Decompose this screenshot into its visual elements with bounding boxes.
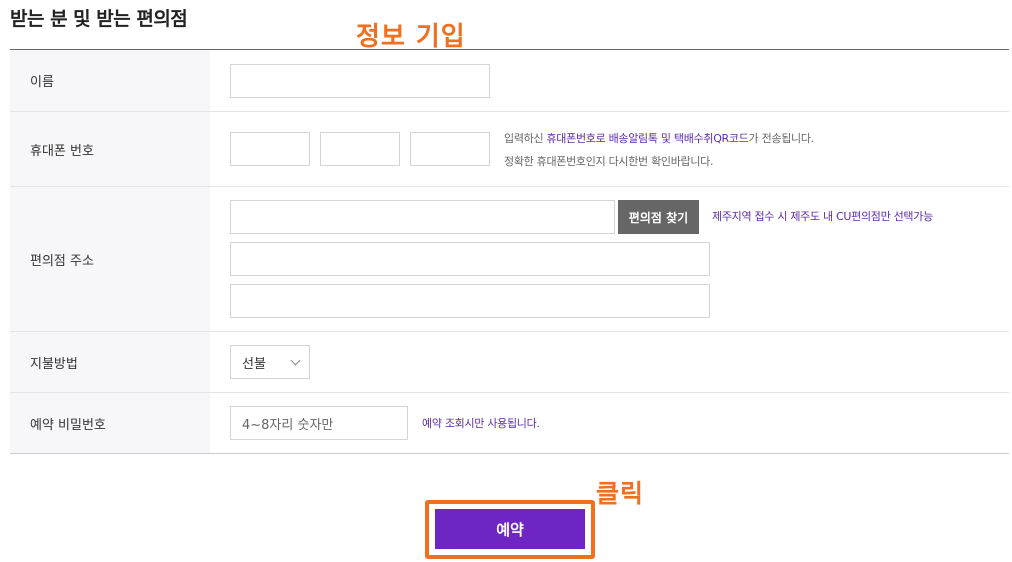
password-input[interactable]: 4~8자리 숫자만 xyxy=(230,406,408,440)
address-input-3[interactable] xyxy=(230,284,710,318)
payment-label: 지불방법 xyxy=(10,332,210,392)
section-title: 받는 분 및 받는 편의점 xyxy=(10,8,188,30)
annotation-click: 클릭 xyxy=(596,479,645,508)
annotation-info: 정보 기입 xyxy=(356,22,466,52)
row-phone: 휴대폰 번호 입력하신 휴대폰번호로 배송알림톡 및 택배수취QR코드가 전송됩… xyxy=(10,112,1009,187)
address-note: 제주지역 접수 시 제주도 내 CU편의점만 선택가능 xyxy=(712,210,933,223)
password-label: 예약 비밀번호 xyxy=(10,393,210,453)
phone-input-1[interactable] xyxy=(230,132,310,166)
payment-select[interactable]: 선불 xyxy=(230,345,310,379)
reserve-button[interactable]: 예약 xyxy=(435,509,585,549)
row-address: 편의점 주소 편의점 찾기 제주지역 접수 시 제주도 내 CU편의점만 선택가… xyxy=(10,187,1009,332)
address-input-1[interactable] xyxy=(230,200,615,234)
row-name: 이름 xyxy=(10,50,1009,112)
name-input[interactable] xyxy=(230,64,490,98)
chevron-down-icon xyxy=(290,355,301,366)
password-placeholder: 4~8자리 숫자만 xyxy=(242,417,334,433)
phone-label: 휴대폰 번호 xyxy=(10,112,210,186)
row-password: 예약 비밀번호 4~8자리 숫자만 예약 조회시만 사용됩니다. xyxy=(10,393,1009,453)
find-store-button[interactable]: 편의점 찾기 xyxy=(618,200,699,234)
phone-note-1: 입력하신 휴대폰번호로 배송알림톡 및 택배수취QR코드가 전송됩니다. xyxy=(504,132,814,145)
reserve-highlight-box: 예약 xyxy=(425,500,595,559)
phone-input-3[interactable] xyxy=(410,132,490,166)
recipient-form: 이름 휴대폰 번호 입력하신 휴대폰번호로 배송알림톡 및 택배수취QR코드가 … xyxy=(10,49,1009,454)
address-label: 편의점 주소 xyxy=(10,187,210,331)
row-payment: 지불방법 선불 xyxy=(10,332,1009,393)
name-label: 이름 xyxy=(10,50,210,111)
address-input-2[interactable] xyxy=(230,242,710,276)
phone-note-2: 정확한 휴대폰번호인지 다시한번 확인바랍니다. xyxy=(504,155,714,168)
password-note: 예약 조회시만 사용됩니다. xyxy=(422,417,540,430)
phone-input-2[interactable] xyxy=(320,132,400,166)
payment-selected: 선불 xyxy=(242,356,266,372)
